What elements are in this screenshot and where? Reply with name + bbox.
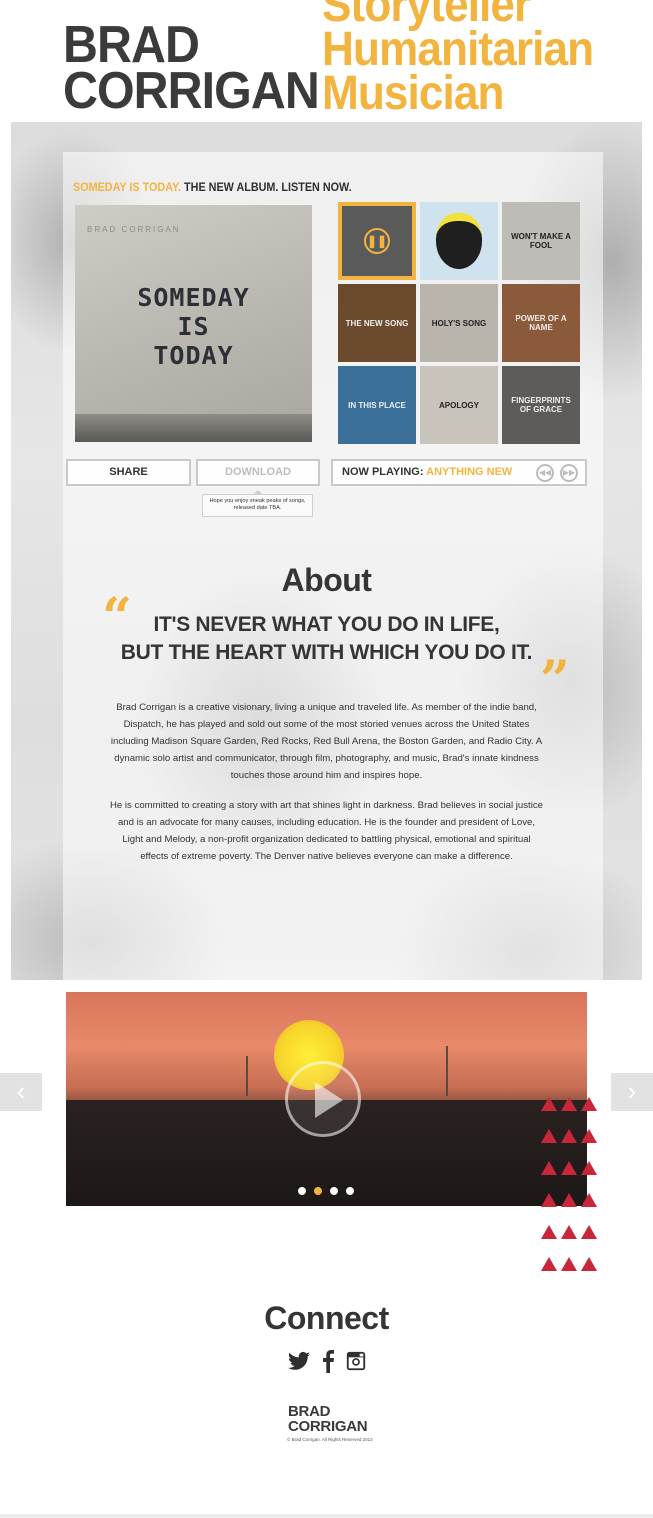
track-tile-label: FINGERPRINTS OF GRACE: [511, 396, 571, 414]
triangle-decoration: [541, 1129, 557, 1143]
rewind-icon[interactable]: ◀◀: [536, 464, 554, 482]
triangle-decoration: [581, 1097, 597, 1111]
share-button[interactable]: SHARE: [66, 459, 191, 486]
triangle-decoration: [561, 1193, 577, 1207]
now-playing-label: NOW PLAYING:: [342, 466, 427, 478]
now-playing-text: NOW PLAYING: ANYTHING NEW: [342, 466, 512, 478]
album-promo-highlight: SOMEDAY IS TODAY.: [73, 180, 182, 194]
face-icon: [436, 213, 482, 269]
site-logo[interactable]: BRAD CORRIGAN: [63, 19, 320, 120]
bottom-border: [0, 1514, 653, 1518]
triangle-decoration: [561, 1257, 577, 1271]
footer-logo[interactable]: BRAD CORRIGAN: [288, 1403, 368, 1435]
power-tower: [246, 1056, 248, 1096]
slide-dot-active[interactable]: [314, 1187, 322, 1195]
track-tile[interactable]: APOLOGY: [420, 366, 498, 444]
track-tile[interactable]: ❚❚: [338, 202, 416, 280]
social-links: [286, 1349, 368, 1373]
track-grid: ❚❚ WON'T MAKE A FOOL THE NEW SONG HOLY'S SO…: [338, 202, 582, 445]
taglines: Storyteller Humanitarian Musician: [322, 0, 594, 120]
prev-slide-arrow[interactable]: ‹: [0, 1073, 42, 1111]
triangle-decoration: [541, 1161, 557, 1175]
play-icon[interactable]: [285, 1061, 361, 1137]
track-tile[interactable]: POWER OF A NAME: [502, 284, 580, 362]
triangle-decoration: [561, 1225, 577, 1239]
track-tile-label: IN THIS PLACE: [348, 400, 406, 410]
tagline-musician: Musician: [322, 67, 505, 120]
album-promo-heading: SOMEDAY IS TODAY. THE NEW ALBUM. LISTEN …: [73, 180, 352, 194]
pause-icon[interactable]: ❚❚: [364, 228, 390, 254]
track-tile[interactable]: THE NEW SONG: [338, 284, 416, 362]
track-tile-label: APOLOGY: [438, 400, 479, 410]
download-tooltip: Hope you enjoy sneak peaks of songs, rel…: [202, 490, 313, 517]
album-cover-title-line: IS: [177, 312, 210, 341]
triangle-decoration: [561, 1097, 577, 1111]
facebook-icon[interactable]: [321, 1349, 335, 1373]
connect-heading: Connect: [264, 1300, 389, 1336]
track-tile[interactable]: [420, 202, 498, 280]
slide-dot[interactable]: [330, 1187, 338, 1195]
footer-brand-last: CORRIGAN: [288, 1418, 368, 1435]
triangle-decoration: [581, 1193, 597, 1207]
track-tile[interactable]: IN THIS PLACE: [338, 366, 416, 444]
triangle-decoration: [561, 1129, 577, 1143]
about-paragraph-2: He is committed to creating a story with…: [110, 800, 543, 862]
footer-brand-first: BRAD: [288, 1403, 331, 1420]
next-slide-arrow[interactable]: ›: [611, 1073, 653, 1111]
album-cover-title-line: TODAY: [153, 341, 234, 370]
instagram-icon[interactable]: [345, 1349, 367, 1373]
track-tile-label: POWER OF A NAME: [515, 314, 567, 332]
tagline-humanitarian: Humanitarian: [322, 23, 594, 76]
track-tile[interactable]: WON'T MAKE A FOOL: [502, 202, 580, 280]
album-cover-title-line: SOMEDAY: [137, 283, 250, 312]
track-tile-label: THE NEW SONG: [345, 318, 409, 328]
about-heading: About: [281, 562, 372, 598]
album-cover-artist: BRAD CORRIGAN: [87, 225, 181, 234]
now-playing-bar: NOW PLAYING: ANYTHING NEW ◀◀ ▶▶: [331, 459, 587, 486]
triangle-decoration: [541, 1257, 557, 1271]
copyright: © Brad Corrigan. All Rights Reserved 201…: [287, 1437, 373, 1442]
about-quote-line-1: IT'S NEVER WHAT YOU DO IN LIFE,: [153, 613, 500, 636]
track-tile[interactable]: FINGERPRINTS OF GRACE: [502, 366, 580, 444]
album-promo-text: THE NEW ALBUM. LISTEN NOW.: [181, 180, 352, 194]
track-tile[interactable]: HOLY'S SONG: [420, 284, 498, 362]
triangle-decoration: [581, 1161, 597, 1175]
twitter-icon[interactable]: [286, 1349, 312, 1373]
triangle-decoration: [561, 1161, 577, 1175]
power-tower: [446, 1046, 448, 1096]
triangle-decoration: [541, 1193, 557, 1207]
track-tile-label: HOLY'S SONG: [431, 318, 487, 328]
triangle-decoration: [581, 1225, 597, 1239]
track-tile-label: WON'T MAKE A FOOL: [511, 232, 571, 250]
brand-last-name: CORRIGAN: [63, 62, 320, 120]
slide-dot[interactable]: [298, 1187, 306, 1195]
now-playing-track: ANYTHING NEW: [426, 466, 513, 478]
fast-forward-icon[interactable]: ▶▶: [560, 464, 578, 482]
about-paragraph-1: Brad Corrigan is a creative visionary, l…: [110, 702, 543, 781]
album-cover-title: SOMEDAY IS TODAY: [75, 283, 312, 370]
triangle-decoration: [541, 1097, 557, 1111]
album-cover-rubble: [75, 414, 312, 442]
album-cover[interactable]: BRAD CORRIGAN SOMEDAY IS TODAY: [75, 205, 312, 442]
triangle-decoration: [581, 1129, 597, 1143]
download-button[interactable]: DOWNLOAD: [196, 459, 320, 486]
triangle-decoration: [541, 1225, 557, 1239]
triangle-decoration: [581, 1257, 597, 1271]
slide-dot[interactable]: [346, 1187, 354, 1195]
